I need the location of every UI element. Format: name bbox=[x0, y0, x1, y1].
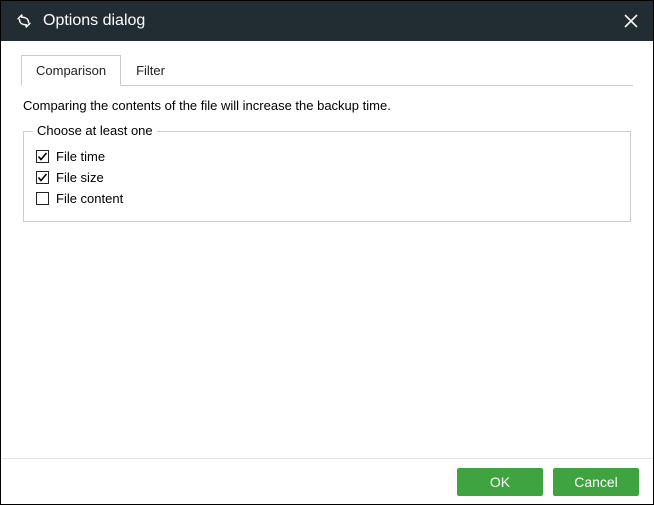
checkbox-file-content[interactable] bbox=[36, 192, 49, 205]
option-file-time: File time bbox=[34, 146, 620, 167]
ok-button[interactable]: OK bbox=[457, 468, 543, 496]
compare-options-group: Choose at least one File time File size … bbox=[23, 131, 631, 222]
window-title: Options dialog bbox=[43, 12, 621, 30]
close-icon bbox=[624, 14, 638, 28]
description-text: Comparing the contents of the file will … bbox=[23, 98, 631, 113]
checkbox-file-time[interactable] bbox=[36, 150, 49, 163]
label-file-time[interactable]: File time bbox=[56, 149, 105, 164]
titlebar: Options dialog bbox=[1, 1, 653, 41]
option-file-size: File size bbox=[34, 167, 620, 188]
sync-icon bbox=[15, 12, 33, 30]
tab-filter[interactable]: Filter bbox=[121, 55, 180, 86]
tab-comparison[interactable]: Comparison bbox=[21, 55, 121, 86]
spacer bbox=[21, 222, 633, 448]
option-file-content: File content bbox=[34, 188, 620, 209]
dialog-footer: OK Cancel bbox=[1, 458, 653, 504]
tab-bar: Comparison Filter bbox=[21, 55, 633, 86]
close-button[interactable] bbox=[621, 11, 641, 31]
cancel-button[interactable]: Cancel bbox=[553, 468, 639, 496]
options-dialog: Options dialog Comparison Filter Compari… bbox=[0, 0, 654, 505]
label-file-content[interactable]: File content bbox=[56, 191, 123, 206]
group-legend: Choose at least one bbox=[33, 123, 157, 138]
dialog-body: Comparison Filter Comparing the contents… bbox=[1, 41, 653, 458]
label-file-size[interactable]: File size bbox=[56, 170, 104, 185]
checkbox-file-size[interactable] bbox=[36, 171, 49, 184]
